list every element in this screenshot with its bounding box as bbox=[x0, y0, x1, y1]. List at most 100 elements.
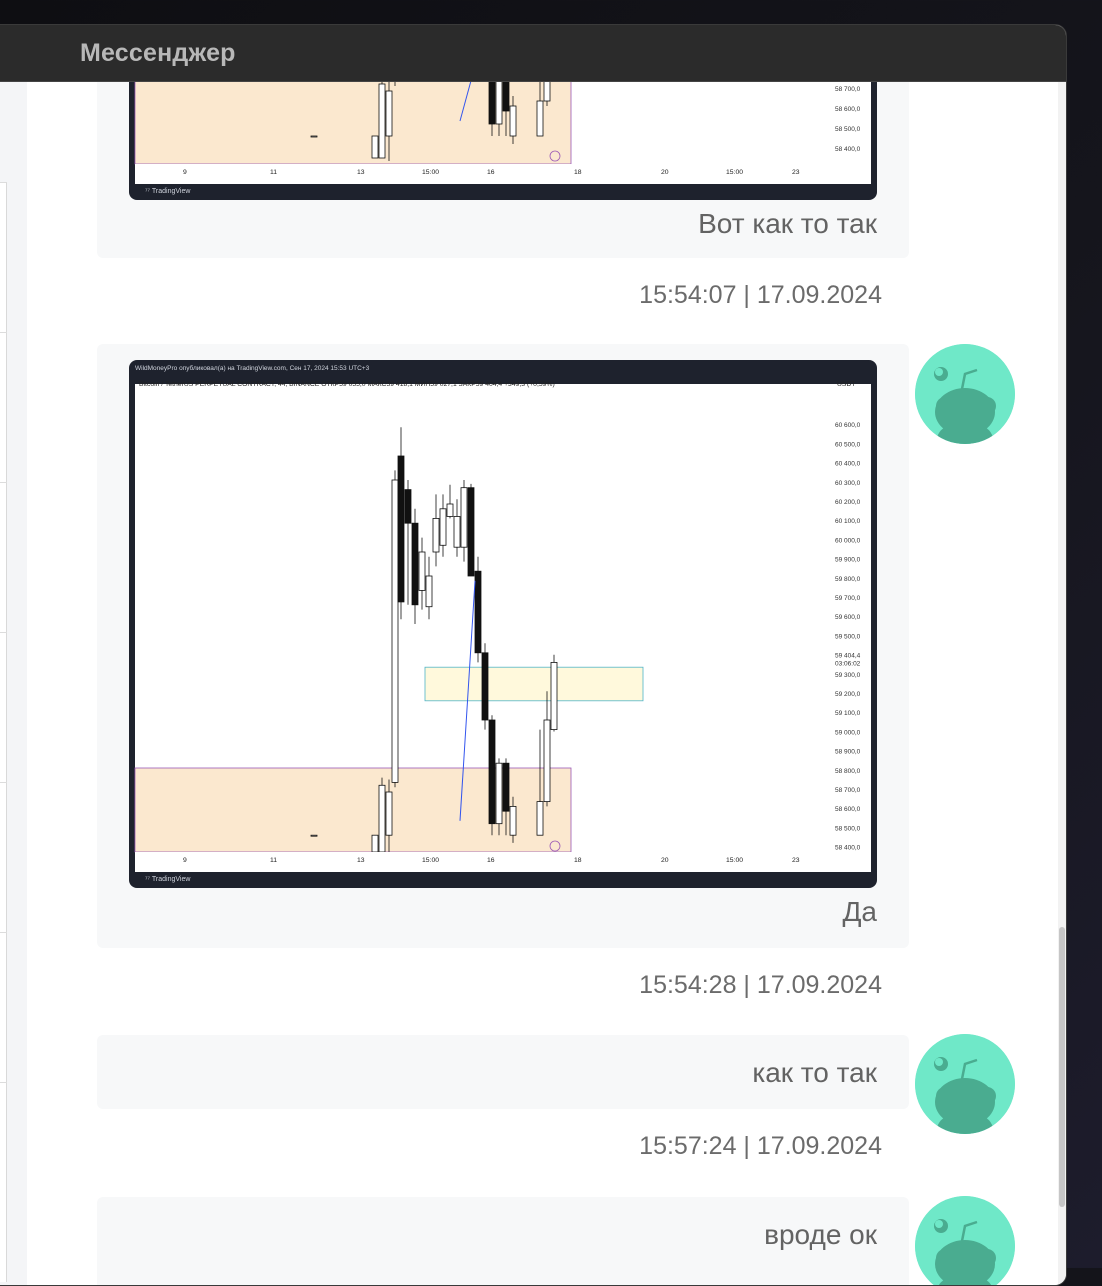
price-label: 58 500,0 bbox=[835, 825, 861, 832]
chart-image[interactable]: 58 800,058 700,058 600,058 500,058 400,0… bbox=[129, 82, 877, 200]
list-divider bbox=[0, 1082, 7, 1083]
candle-body bbox=[397, 455, 405, 603]
chart-image[interactable]: WildMoneyPro опубликовал(а) на TradingVi… bbox=[129, 360, 877, 888]
candle-body bbox=[371, 834, 379, 853]
time-label: 13 bbox=[357, 857, 365, 864]
candle-body bbox=[378, 784, 386, 853]
list-divider bbox=[0, 332, 7, 333]
price-label: 58 600,0 bbox=[835, 806, 861, 813]
reddit-snoo-icon bbox=[915, 1034, 1015, 1134]
candle-body bbox=[509, 805, 517, 836]
avatar[interactable] bbox=[915, 1034, 1015, 1134]
candle-body bbox=[404, 489, 412, 524]
price-label: 58 400,0 bbox=[835, 146, 861, 153]
candle-body bbox=[495, 762, 503, 825]
candle-body bbox=[474, 570, 482, 654]
time-axis bbox=[135, 164, 871, 178]
chart-header: WildMoneyPro опубликовал(а) на TradingVi… bbox=[135, 364, 370, 372]
message-timestamp: 15:57:24 | 17.09.2024 bbox=[639, 1132, 882, 1160]
price-label: 60 100,0 bbox=[835, 518, 861, 525]
candle-body bbox=[439, 508, 447, 546]
candle-body bbox=[411, 522, 419, 606]
candle-body bbox=[385, 791, 393, 836]
price-label: 58 800,0 bbox=[835, 768, 861, 775]
time-label: 23 bbox=[792, 169, 800, 176]
candle-body bbox=[385, 90, 393, 137]
tradingview-logo-icon: ⁷⁷ TradingView bbox=[145, 876, 191, 883]
last-price-label: 59 404,4 bbox=[835, 653, 861, 660]
chart-currency: USDT bbox=[837, 381, 856, 388]
list-divider bbox=[0, 782, 7, 783]
candle-body bbox=[481, 652, 489, 721]
price-label: 59 700,0 bbox=[835, 595, 861, 602]
time-label: 18 bbox=[574, 169, 582, 176]
candle-body bbox=[550, 661, 558, 730]
candle-body bbox=[488, 82, 496, 125]
candle-body bbox=[310, 135, 318, 138]
time-label: 15:00 bbox=[726, 169, 743, 176]
scrollbar-thumb[interactable] bbox=[1059, 927, 1065, 1207]
price-label: 58 600,0 bbox=[835, 106, 861, 113]
price-label: 58 900,0 bbox=[835, 749, 861, 756]
message-bubble: WildMoneyPro опубликовал(а) на TradingVi… bbox=[97, 344, 909, 948]
time-label: 20 bbox=[661, 857, 669, 864]
time-label: 9 bbox=[183, 169, 187, 176]
candle-body bbox=[432, 517, 440, 553]
target-zone bbox=[424, 666, 644, 702]
price-label: 59 900,0 bbox=[835, 557, 861, 564]
candle-body bbox=[543, 719, 551, 802]
price-label: 59 800,0 bbox=[835, 576, 861, 583]
list-divider bbox=[0, 632, 7, 633]
list-divider bbox=[0, 932, 7, 933]
candle-body bbox=[453, 516, 461, 548]
time-label: 16 bbox=[487, 169, 495, 176]
time-label: 13 bbox=[357, 169, 365, 176]
price-label: 59 600,0 bbox=[835, 614, 861, 621]
messenger-window: Мессенджер 58 800,0 58 700,0 58 600,0 58 50… bbox=[0, 24, 1067, 1286]
chat-area[interactable]: 58 800,0 58 700,0 58 600,0 58 500,0 58 400,0… bbox=[27, 82, 1058, 1285]
time-label: 11 bbox=[270, 857, 277, 864]
message-timestamp: 15:54:28 | 17.09.2024 bbox=[639, 971, 882, 999]
message-text: вроде ок bbox=[764, 1219, 877, 1250]
chart-layer bbox=[134, 384, 871, 872]
candle-body bbox=[509, 105, 517, 137]
avatar[interactable] bbox=[915, 344, 1015, 444]
price-label: 60 400,0 bbox=[835, 461, 861, 468]
message-bubble: как то так bbox=[97, 1035, 909, 1109]
list-divider bbox=[0, 482, 7, 483]
candle-body bbox=[425, 575, 433, 608]
candle-body bbox=[543, 82, 551, 102]
time-label: 16 bbox=[487, 857, 495, 864]
candle-body bbox=[488, 719, 496, 825]
time-label: 15:00 bbox=[422, 857, 439, 864]
candle-body bbox=[371, 135, 379, 159]
window-title: Мессенджер bbox=[80, 39, 236, 67]
price-label: 59 500,0 bbox=[835, 633, 861, 640]
chat-scrollbar[interactable] bbox=[1058, 82, 1066, 1285]
candle-body bbox=[536, 801, 544, 836]
message-text: как то так bbox=[752, 1057, 877, 1088]
price-label: 58 500,0 bbox=[835, 126, 861, 133]
candle-body bbox=[418, 551, 426, 591]
price-label: 60 600,0 bbox=[835, 422, 861, 429]
price-label: 59 100,0 bbox=[835, 710, 861, 717]
countdown-label: 03:06:02 bbox=[835, 660, 861, 667]
candlestick-chart: WildMoneyPro опубликовал(а) на TradingVi… bbox=[134, 364, 871, 883]
message-text: Вот как то так bbox=[698, 208, 877, 239]
time-label: 15:00 bbox=[422, 169, 439, 176]
time-label: 23 bbox=[792, 857, 800, 864]
chart-symbol-line: Bitcoin / TetherUS PERPETUAL CONTRACT, 4… bbox=[139, 381, 555, 388]
list-divider bbox=[0, 182, 7, 183]
time-label: 18 bbox=[574, 857, 582, 864]
candle-body bbox=[460, 487, 468, 548]
reddit-snoo-icon bbox=[915, 344, 1015, 444]
message-text: Да bbox=[842, 896, 877, 927]
price-label: 58 700,0 bbox=[835, 86, 861, 93]
candle-body bbox=[391, 479, 399, 783]
avatar[interactable] bbox=[915, 1196, 1015, 1285]
chat-list-column[interactable] bbox=[0, 182, 7, 1282]
time-label: 20 bbox=[661, 169, 669, 176]
price-label: 60 000,0 bbox=[835, 537, 861, 544]
candle-body bbox=[502, 82, 510, 112]
candle-body bbox=[502, 762, 510, 812]
